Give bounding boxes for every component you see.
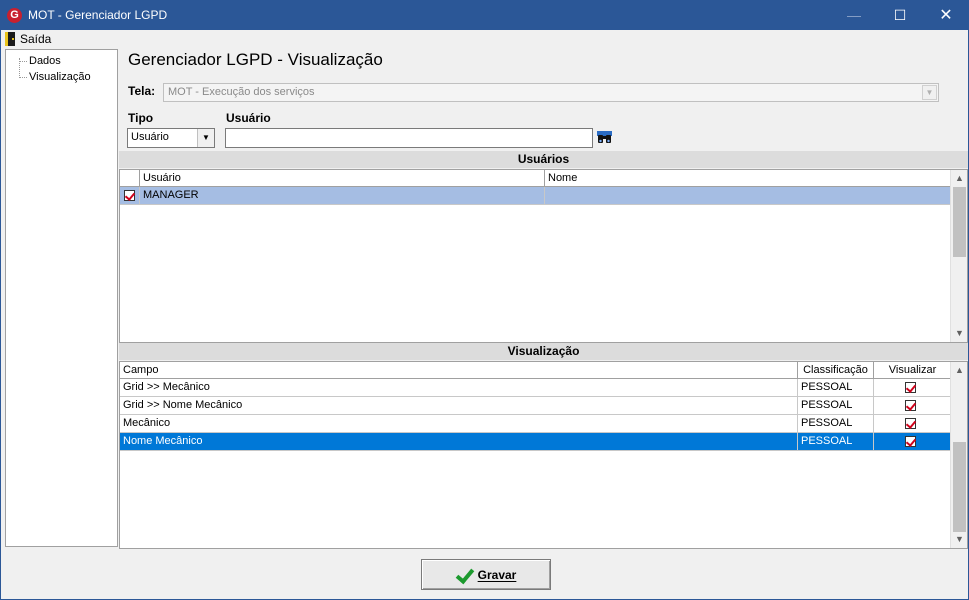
close-button[interactable]: ✕ [923, 1, 969, 30]
table-row[interactable]: MANAGER [120, 187, 951, 205]
tela-label: Tela: [128, 84, 156, 98]
visualizacao-vertical-scrollbar[interactable]: ▲ ▼ [950, 362, 967, 548]
cell-visualizar[interactable] [874, 433, 951, 451]
usuarios-section-header: Usuários [119, 151, 968, 168]
cell-classificacao: PESSOAL [798, 433, 874, 451]
checkmark-icon [456, 567, 472, 583]
tela-select: MOT - Execução dos serviços ▼ [163, 83, 939, 102]
scroll-up-icon[interactable]: ▲ [951, 170, 967, 187]
row-checkbox-cell[interactable] [120, 187, 140, 205]
cell-campo: Nome Mecânico [120, 433, 798, 451]
table-row[interactable]: Grid >> Nome Mecânico PESSOAL [120, 397, 951, 415]
usuario-label: Usuário [226, 111, 271, 125]
visualizacao-grid: Campo Classificação Visualizar Grid >> M… [119, 361, 968, 549]
usuario-input[interactable] [225, 128, 593, 148]
cell-classificacao: PESSOAL [798, 415, 874, 433]
visualizar-checkbox[interactable] [905, 418, 916, 429]
title-bar: G MOT - Gerenciador LGPD — ☐ ✕ [1, 1, 968, 30]
column-header-usuario[interactable]: Usuário [140, 170, 545, 187]
table-row[interactable]: Nome Mecânico PESSOAL [120, 433, 951, 451]
column-header-nome[interactable]: Nome [545, 170, 951, 187]
checkbox-column-header [120, 170, 140, 187]
scroll-thumb[interactable] [953, 187, 966, 257]
cell-visualizar[interactable] [874, 397, 951, 415]
cell-visualizar[interactable] [874, 415, 951, 433]
menu-item-saida-label: Saída [20, 32, 52, 46]
binoculars-search-icon[interactable] [597, 131, 612, 145]
scroll-thumb[interactable] [953, 442, 966, 532]
cell-classificacao: PESSOAL [798, 379, 874, 397]
tipo-label: Tipo [128, 111, 154, 125]
visualizar-checkbox[interactable] [905, 400, 916, 411]
menu-bar: Saída [1, 30, 968, 48]
minimize-button[interactable]: — [831, 1, 877, 30]
visualizacao-grid-header: Campo Classificação Visualizar [120, 362, 951, 379]
cell-campo: Mecânico [120, 415, 798, 433]
tela-select-value: MOT - Execução dos serviços [168, 86, 315, 98]
column-header-classificacao[interactable]: Classificação [798, 362, 874, 379]
tree-connector [19, 61, 27, 62]
usuarios-vertical-scrollbar[interactable]: ▲ ▼ [950, 170, 967, 342]
cell-campo: Grid >> Nome Mecânico [120, 397, 798, 415]
cell-classificacao: PESSOAL [798, 397, 874, 415]
table-row[interactable]: Mecânico PESSOAL [120, 415, 951, 433]
column-header-campo[interactable]: Campo [120, 362, 798, 379]
exit-door-icon [5, 32, 15, 46]
gravar-button-label: Gravar [477, 567, 517, 582]
menu-item-saida[interactable]: Saída [5, 31, 51, 47]
visualizar-checkbox[interactable] [905, 382, 916, 393]
cell-usuario: MANAGER [140, 187, 545, 205]
column-header-visualizar[interactable]: Visualizar [874, 362, 951, 379]
app-logo-icon: G [7, 8, 22, 23]
cell-visualizar[interactable] [874, 379, 951, 397]
gravar-button[interactable]: Gravar [421, 559, 551, 590]
row-checkbox[interactable] [124, 190, 135, 201]
maximize-button[interactable]: ☐ [877, 1, 923, 30]
scroll-down-icon[interactable]: ▼ [951, 325, 967, 342]
cell-nome [545, 187, 951, 205]
window-title: MOT - Gerenciador LGPD [28, 8, 168, 22]
tree-item-dados[interactable]: Dados [29, 55, 61, 67]
tipo-select[interactable]: Usuário ▼ [127, 128, 215, 148]
tree-connector [19, 77, 27, 78]
main-window: G MOT - Gerenciador LGPD — ☐ ✕ Saída Dad… [0, 0, 969, 600]
navigation-tree: Dados Visualização [5, 49, 118, 547]
tree-item-visualizacao[interactable]: Visualização [29, 71, 91, 83]
scroll-up-icon[interactable]: ▲ [951, 362, 967, 379]
chevron-down-icon: ▼ [922, 85, 937, 100]
usuarios-grid: Usuário Nome MANAGER ▲ ▼ [119, 169, 968, 343]
visualizar-checkbox[interactable] [905, 436, 916, 447]
scroll-down-icon[interactable]: ▼ [951, 531, 967, 548]
page-title: Gerenciador LGPD - Visualização [128, 50, 383, 69]
visualizacao-section-header: Visualização [119, 343, 968, 360]
chevron-down-icon[interactable]: ▼ [197, 129, 214, 147]
usuarios-grid-header: Usuário Nome [120, 170, 951, 187]
table-row[interactable]: Grid >> Mecânico PESSOAL [120, 379, 951, 397]
cell-campo: Grid >> Mecânico [120, 379, 798, 397]
tipo-select-value: Usuário [131, 131, 169, 143]
